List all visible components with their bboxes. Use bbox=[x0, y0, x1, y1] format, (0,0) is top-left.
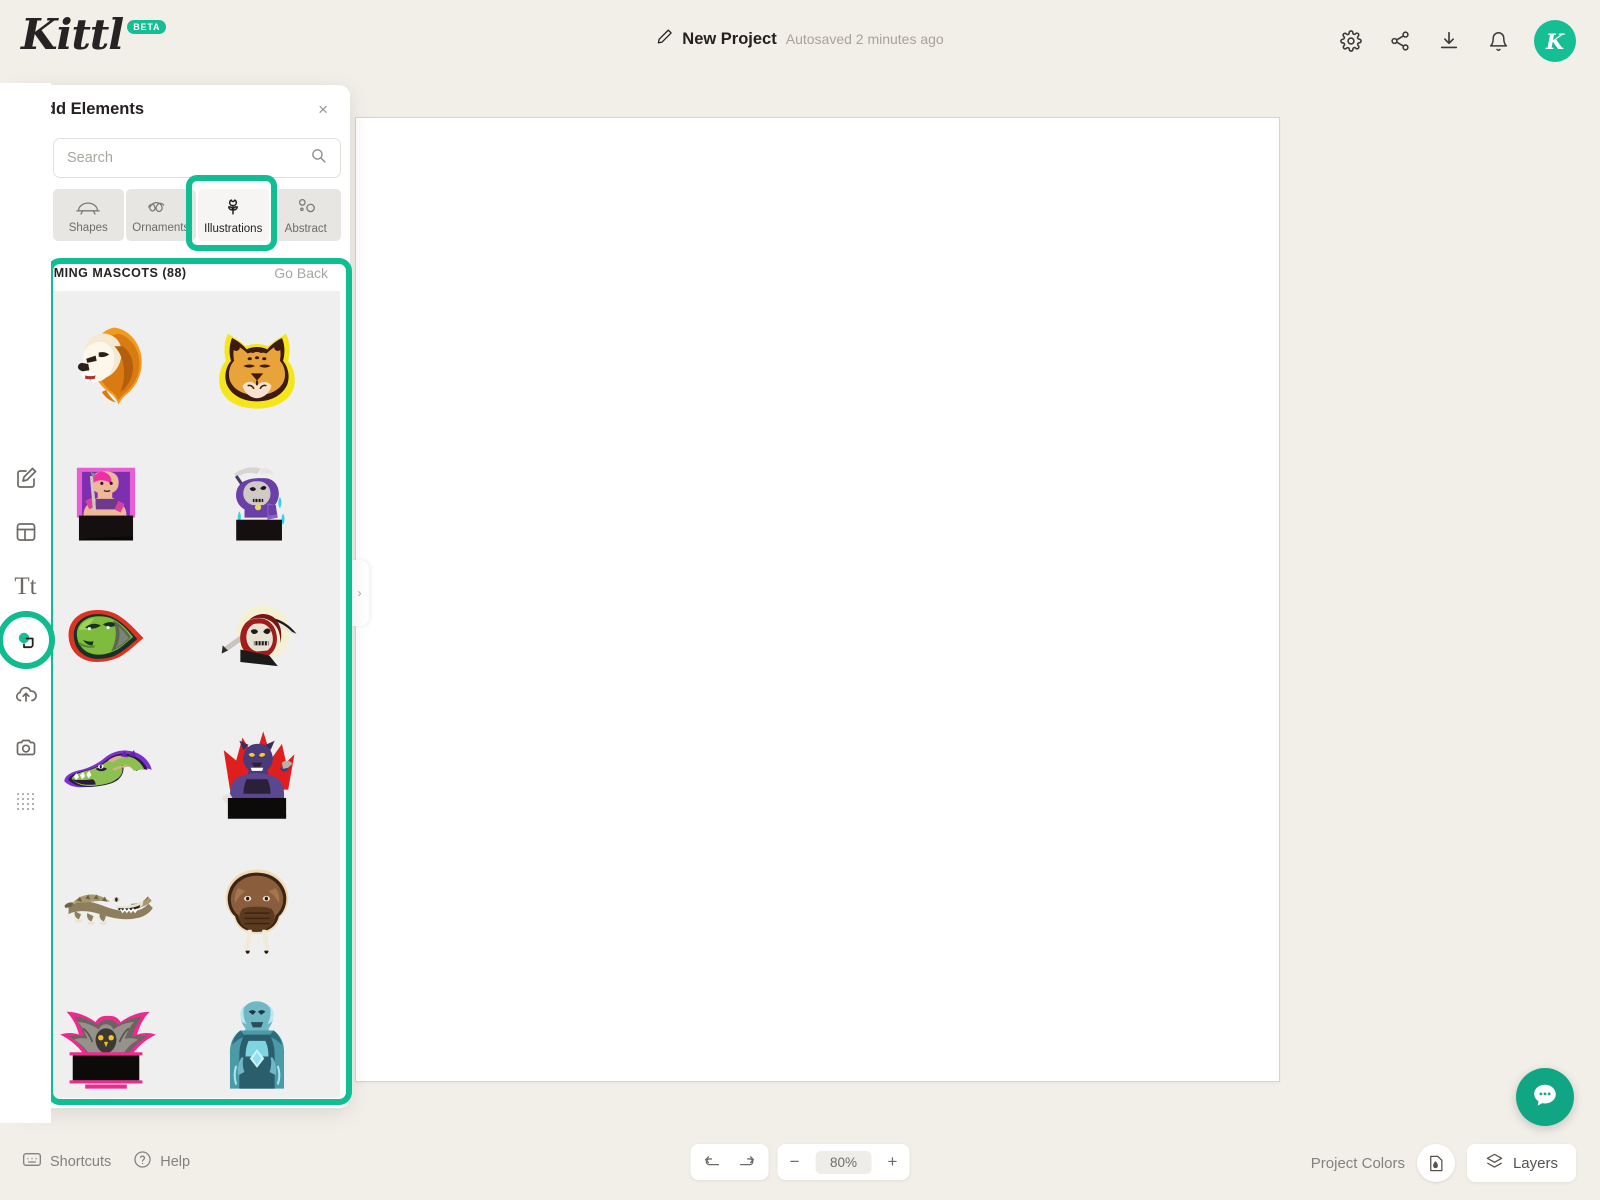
search-input[interactable] bbox=[67, 150, 310, 166]
tab-shapes[interactable]: Shapes bbox=[53, 189, 124, 241]
help-label: Help bbox=[160, 1153, 191, 1170]
shortcuts-button[interactable]: Shortcuts bbox=[22, 1151, 111, 1172]
chat-bubble-icon bbox=[1530, 1080, 1560, 1115]
bell-icon[interactable] bbox=[1485, 28, 1511, 54]
layers-label: Layers bbox=[1512, 1154, 1558, 1172]
bottom-bar-left: Shortcuts Help bbox=[22, 1150, 190, 1173]
shortcuts-label: Shortcuts bbox=[50, 1153, 112, 1170]
layers-button[interactable]: Layers bbox=[1466, 1144, 1576, 1182]
results-region: GAMING MASCOTS (88) Go Back bbox=[22, 255, 340, 1098]
tab-illustrations-label: Illustrations bbox=[204, 222, 263, 235]
left-tool-rail: Tt bbox=[0, 83, 51, 1123]
redo-icon[interactable] bbox=[738, 1154, 757, 1171]
question-circle-icon bbox=[133, 1150, 152, 1173]
zoom-out-button[interactable]: − bbox=[790, 1152, 800, 1172]
add-elements-panel: Add Elements × Shapes bbox=[12, 85, 350, 1108]
illustration-item-female-warrior-mascot[interactable] bbox=[30, 433, 181, 569]
search-box[interactable] bbox=[53, 138, 341, 178]
pencil-icon bbox=[656, 28, 673, 50]
zoom-level-value[interactable]: 80% bbox=[815, 1150, 872, 1174]
sidebar-item-text[interactable]: Tt bbox=[6, 566, 46, 606]
project-name[interactable]: New Project bbox=[682, 30, 776, 49]
element-category-tabs: Shapes Ornaments Illustrations Abstract bbox=[53, 189, 341, 241]
results-header: GAMING MASCOTS (88) Go Back bbox=[22, 255, 340, 291]
illustration-grid bbox=[22, 291, 340, 1098]
chat-support-button[interactable] bbox=[1516, 1068, 1574, 1126]
panel-collapse-chevron-icon[interactable]: › bbox=[350, 560, 369, 626]
avatar[interactable]: K bbox=[1534, 20, 1576, 62]
tab-shapes-label: Shapes bbox=[68, 221, 108, 234]
illustration-item-ice-warrior-mascot[interactable] bbox=[181, 977, 332, 1098]
layers-icon bbox=[1485, 1152, 1504, 1175]
bottom-bar: Shortcuts Help − 80% + Project Colors La… bbox=[0, 1122, 1600, 1200]
gear-icon[interactable] bbox=[1338, 28, 1364, 54]
project-title-group[interactable]: New Project Autosaved 2 minutes ago bbox=[656, 28, 944, 50]
illustration-item-red-backdrop-werewolf-mascot[interactable] bbox=[181, 705, 332, 841]
bottom-bar-center: − 80% + bbox=[690, 1144, 910, 1180]
app-logo[interactable]: Kittl BETA bbox=[21, 10, 167, 59]
help-button[interactable]: Help bbox=[133, 1150, 190, 1173]
sidebar-item-design[interactable] bbox=[6, 458, 46, 498]
results-category-title: GAMING MASCOTS (88) bbox=[34, 266, 187, 280]
history-controls bbox=[690, 1144, 769, 1180]
kittl-editor-app: Kittl BETA New Project Autosaved 2 minut… bbox=[0, 0, 1600, 1200]
close-icon[interactable]: × bbox=[318, 101, 328, 118]
illustration-item-lion-head-mascot[interactable] bbox=[30, 297, 181, 433]
design-canvas[interactable] bbox=[355, 117, 1280, 1082]
tab-abstract-label: Abstract bbox=[284, 222, 327, 235]
go-back-button[interactable]: Go Back bbox=[274, 265, 328, 281]
zoom-in-button[interactable]: + bbox=[888, 1152, 898, 1172]
download-icon[interactable] bbox=[1436, 28, 1462, 54]
tab-abstract[interactable]: Abstract bbox=[270, 189, 341, 241]
project-colors-swatch-button[interactable] bbox=[1416, 1144, 1455, 1182]
autosave-status: Autosaved 2 minutes ago bbox=[785, 31, 944, 47]
illustration-item-walrus-head-mascot[interactable] bbox=[181, 841, 332, 977]
illustration-item-red-hooded-reaper-mascot[interactable] bbox=[181, 569, 332, 705]
keyboard-icon bbox=[22, 1151, 42, 1172]
sidebar-item-photos[interactable] bbox=[6, 728, 46, 768]
tab-ornaments-label: Ornaments bbox=[132, 221, 190, 234]
sidebar-item-elements[interactable] bbox=[6, 620, 46, 660]
share-icon[interactable] bbox=[1387, 28, 1413, 54]
sidebar-item-templates[interactable] bbox=[6, 512, 46, 552]
illustration-item-crocodile-full-body-mascot[interactable] bbox=[30, 841, 181, 977]
top-bar-actions: K bbox=[1338, 20, 1576, 62]
illustration-item-pink-winged-owl-mascot[interactable] bbox=[30, 977, 181, 1098]
tab-illustrations[interactable]: Illustrations bbox=[198, 189, 269, 241]
tab-ornaments[interactable]: Ornaments bbox=[125, 189, 196, 241]
top-bar: Kittl BETA New Project Autosaved 2 minut… bbox=[0, 0, 1600, 83]
zoom-controls: − 80% + bbox=[777, 1144, 910, 1180]
illustration-item-cheetah-head-mascot[interactable] bbox=[181, 297, 332, 433]
bottom-bar-right: Project Colors Layers bbox=[1311, 1144, 1576, 1182]
search-icon[interactable] bbox=[310, 147, 327, 169]
illustration-item-green-alligator-head-mascot[interactable] bbox=[30, 705, 181, 841]
project-colors-label: Project Colors bbox=[1310, 1154, 1405, 1172]
undo-icon[interactable] bbox=[703, 1154, 722, 1171]
logo-text: Kittl bbox=[21, 10, 124, 59]
sidebar-item-patterns[interactable] bbox=[6, 782, 46, 822]
sidebar-item-uploads[interactable] bbox=[6, 674, 46, 714]
illustration-item-purple-grim-reaper-mascot[interactable] bbox=[181, 433, 332, 569]
beta-badge: BETA bbox=[127, 20, 167, 34]
panel-header: Add Elements × bbox=[12, 85, 350, 133]
